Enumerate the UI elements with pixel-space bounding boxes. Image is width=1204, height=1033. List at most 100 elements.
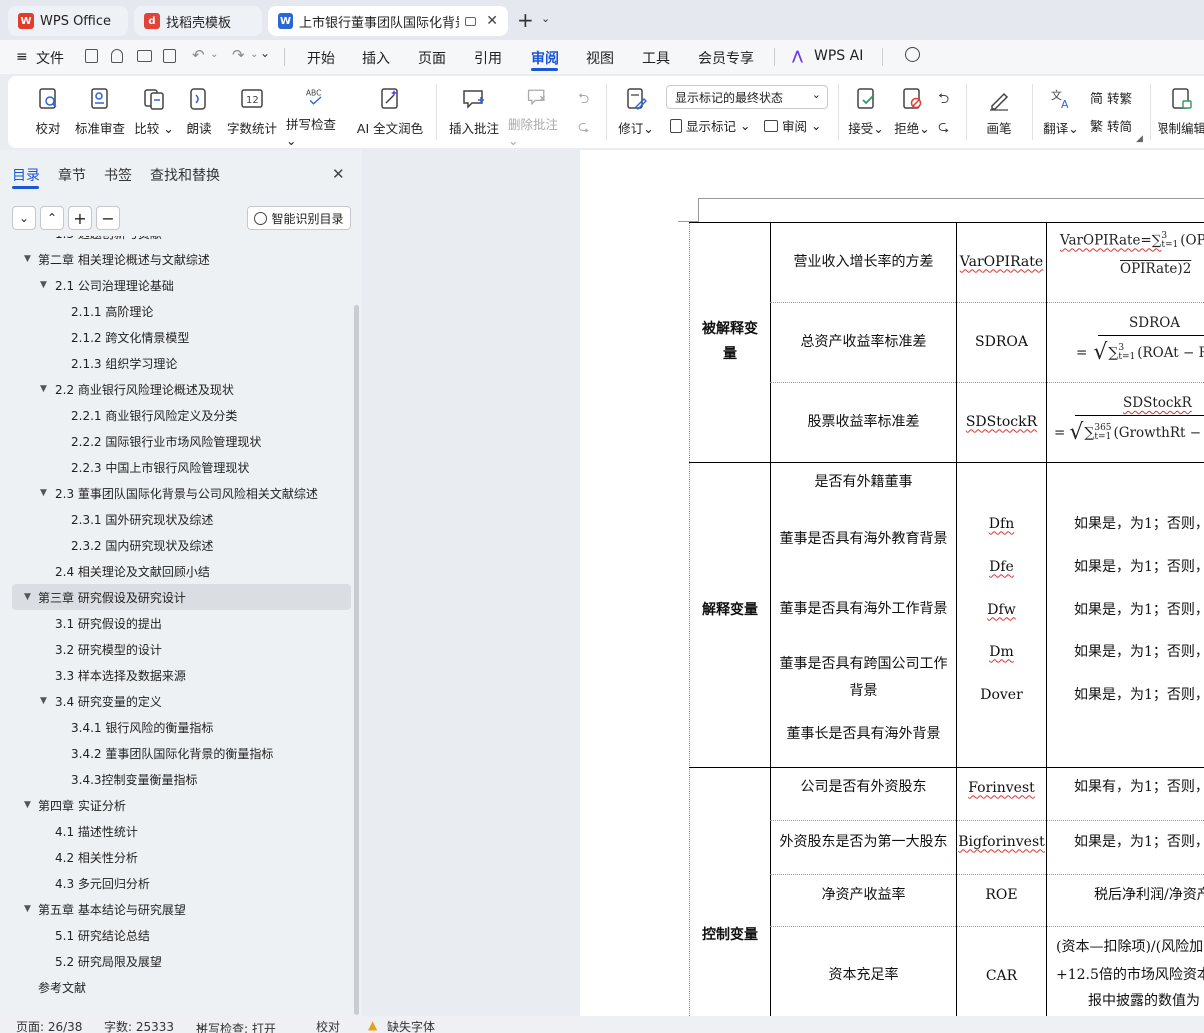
toc-item[interactable]: ▼ 第三章 研究假设及研究设计 xyxy=(12,584,351,610)
toc-item[interactable]: ▼ 2.2 商业银行风险理论概述及现状 xyxy=(0,376,352,402)
search-icon[interactable] xyxy=(905,47,920,62)
close-tab-icon[interactable]: ✕ xyxy=(486,13,498,29)
next-change-icon[interactable]: ⮎ xyxy=(938,116,949,140)
tab-document[interactable]: W 上市银行董事团队国际化背景对银行风险的影响研究 ✕ xyxy=(268,6,508,36)
print-preview-icon[interactable] xyxy=(163,49,176,63)
tab-docer-template[interactable]: d 找稻壳模板 xyxy=(134,6,262,36)
toc-item[interactable]: ▼ 第五章 基本结论与研究展望 xyxy=(0,896,352,922)
standard-review-button[interactable]: 标准审查 xyxy=(74,76,126,148)
collapse-up-button[interactable]: ⌃ xyxy=(40,206,64,230)
toc-item[interactable]: ▼ 2.3 董事团队国际化背景与公司风险相关文献综述 xyxy=(0,480,352,506)
toc-item[interactable]: 2.2.1 商业银行风险定义及分类 xyxy=(0,402,352,428)
tab-list-chevron-icon[interactable]: ⌄ xyxy=(541,12,550,25)
menu-start[interactable]: 开始 xyxy=(307,48,335,68)
expand-down-button[interactable]: ⌄ xyxy=(12,206,36,230)
spell-check-status[interactable]: 拼写检查: 打开 ⌄ xyxy=(196,1018,276,1033)
ink-button[interactable]: 画笔 xyxy=(984,76,1014,148)
menu-page[interactable]: 页面 xyxy=(418,48,446,68)
menu-wps-ai[interactable]: WPS AI xyxy=(814,48,863,64)
document-page[interactable]: 被解释变 量 解释变量 控制变量 营业收入增长率的方差 VarOPIRate 总… xyxy=(580,150,1204,1016)
proofread-status[interactable]: 校对 xyxy=(316,1018,340,1033)
toc-item[interactable]: 2.2.3 中国上市银行风险管理现状 xyxy=(0,454,352,480)
undo-dropdown-icon[interactable]: ⌄ xyxy=(210,49,218,60)
page-indicator[interactable]: 页面: 26/38 xyxy=(16,1018,82,1033)
read-aloud-button[interactable]: 朗读 xyxy=(184,76,214,148)
ai-polish-button[interactable]: AI 全文润色 xyxy=(356,76,424,148)
toc-item[interactable]: 5.1 研究结论总结 xyxy=(0,922,352,948)
menu-insert[interactable]: 插入 xyxy=(362,48,390,68)
reject-button[interactable]: 拒绝⌄ xyxy=(894,76,930,148)
toc-item[interactable]: 3.4.3控制变量衡量指标 xyxy=(0,766,352,792)
toc-item[interactable]: ▼ 第四章 实证分析 xyxy=(0,792,352,818)
toc-item[interactable]: ▼ 第二章 相关理论概述与文献综述 xyxy=(0,246,352,272)
toc-item[interactable]: 参考文献 xyxy=(0,974,352,1000)
toc-item[interactable]: 2.1.1 高阶理论 xyxy=(0,298,352,324)
toc-scrollbar[interactable] xyxy=(354,305,359,1015)
toc-item[interactable]: 3.4.2 董事团队国际化背景的衡量指标 xyxy=(0,740,352,766)
markup-display-select[interactable]: 显示标记的最终状态 ⌄ xyxy=(666,85,828,109)
toc-item[interactable]: ▼ 2.1 公司治理理论基础 xyxy=(0,272,352,298)
export-icon[interactable] xyxy=(111,49,123,63)
expand-arrow-icon[interactable]: ▼ xyxy=(40,696,47,706)
expand-arrow-icon[interactable]: ▼ xyxy=(24,592,31,602)
expand-arrow-icon[interactable]: ▼ xyxy=(40,384,47,394)
toc-item[interactable]: 2.3.1 国外研究现状及综述 xyxy=(0,506,352,532)
spell-check-button[interactable]: ABC 拼写检查⌄ xyxy=(286,76,346,148)
remove-heading-button[interactable]: − xyxy=(96,206,120,230)
tab-wps-office[interactable]: W WPS Office xyxy=(8,6,128,36)
toc-item[interactable]: 4.1 描述性统计 xyxy=(0,818,352,844)
print-icon[interactable] xyxy=(137,50,152,62)
screen-icon[interactable] xyxy=(464,16,477,26)
toc-item[interactable]: 2.1.2 跨文化情景模型 xyxy=(0,324,352,350)
nav-tab-toc[interactable]: 目录 xyxy=(12,165,40,185)
toc-item[interactable]: 2.2.2 国际银行业市场风险管理现状 xyxy=(0,428,352,454)
prev-comment-icon[interactable]: ⮌ xyxy=(578,88,589,112)
menu-file[interactable]: 文件 xyxy=(36,48,64,68)
to-simplified-button[interactable]: 繁 转简 xyxy=(1090,116,1132,135)
menu-tools[interactable]: 工具 xyxy=(642,48,670,68)
toc-item[interactable]: 2.3.2 国内研究现状及综述 xyxy=(0,532,352,558)
expand-arrow-icon[interactable]: ▼ xyxy=(24,904,31,914)
nav-tab-find-replace[interactable]: 查找和替换 xyxy=(150,165,220,185)
redo-icon[interactable]: ↷ xyxy=(232,46,245,64)
nav-tab-bookmarks[interactable]: 书签 xyxy=(104,165,132,185)
expand-arrow-icon[interactable]: ▼ xyxy=(24,254,31,264)
menu-references[interactable]: 引用 xyxy=(474,48,502,68)
restrict-edit-button[interactable]: 限制编辑 xyxy=(1158,76,1204,148)
menu-review[interactable]: 审阅 xyxy=(531,48,559,68)
close-pane-icon[interactable]: ✕ xyxy=(332,165,345,183)
delete-comment-button[interactable]: 删除批注⌄ xyxy=(508,76,566,148)
toc-item[interactable]: 4.3 多元回归分析 xyxy=(0,870,352,896)
insert-comment-button[interactable]: 插入批注 xyxy=(448,76,500,148)
redo-dropdown-icon[interactable]: ⌄ xyxy=(250,49,258,60)
review-pane-button[interactable]: 审阅 ⌄ xyxy=(764,116,822,135)
toc-item[interactable]: 3.4.1 银行风险的衡量指标 xyxy=(0,714,352,740)
menu-view[interactable]: 视图 xyxy=(586,48,614,68)
toc-item[interactable]: 5.2 研究局限及展望 xyxy=(0,948,352,974)
nav-tab-sections[interactable]: 章节 xyxy=(58,165,86,185)
expand-arrow-icon[interactable]: ▼ xyxy=(24,800,31,810)
new-tab-icon[interactable]: + xyxy=(517,8,534,32)
toc-item[interactable]: 4.2 相关性分析 xyxy=(0,844,352,870)
translate-button[interactable]: 文A 翻译⌄ xyxy=(1042,76,1080,148)
expand-arrow-icon[interactable]: ▼ xyxy=(40,488,47,498)
undo-icon[interactable]: ↶ xyxy=(192,46,205,64)
missing-font-status[interactable]: 缺失字体 xyxy=(387,1018,435,1033)
show-markup-button[interactable]: 显示标记 ⌄ xyxy=(670,116,751,135)
to-traditional-button[interactable]: 简 转繁 xyxy=(1090,88,1132,107)
word-count-button[interactable]: 12 字数统计 xyxy=(226,76,278,148)
save-icon[interactable] xyxy=(85,49,98,63)
prev-change-icon[interactable]: ⮌ xyxy=(938,88,949,112)
toc-item[interactable]: 1.3 选题创新与贡献 xyxy=(0,236,352,246)
proofread-button[interactable]: 校对 xyxy=(32,76,64,148)
toc-item[interactable]: 3.3 样本选择及数据来源 xyxy=(0,662,352,688)
ribbon-expand-icon[interactable]: ◢ xyxy=(1136,134,1143,144)
toc-item[interactable]: ▼ 3.4 研究变量的定义 xyxy=(0,688,352,714)
hamburger-icon[interactable]: ≡ xyxy=(16,49,28,65)
quick-access-chevron-icon[interactable]: ⌄ xyxy=(260,46,270,60)
word-count-indicator[interactable]: 字数: 25333 xyxy=(104,1018,174,1033)
smart-toc-button[interactable]: 智能识别目录 xyxy=(247,206,351,230)
add-heading-button[interactable]: + xyxy=(68,206,92,230)
next-comment-icon[interactable]: ⮎ xyxy=(578,116,589,140)
track-changes-button[interactable]: 修订⌄ xyxy=(616,76,656,148)
